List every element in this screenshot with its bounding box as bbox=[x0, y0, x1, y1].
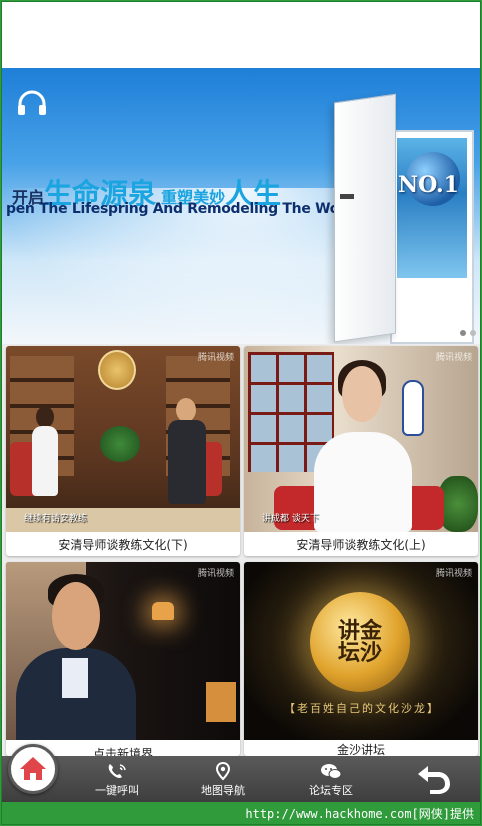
app-window: 开启生命源泉 重塑美妙人生 pen The Lifespring And Rem… bbox=[1, 1, 481, 825]
nav-forum[interactable]: 论坛专区 bbox=[296, 756, 366, 802]
coin-text: 讲金 坛沙 bbox=[337, 618, 382, 666]
light-box bbox=[206, 682, 236, 722]
video-subtitle: 讲成都 谈天下 bbox=[262, 514, 319, 524]
nav-map[interactable]: 地图导航 bbox=[188, 756, 258, 802]
carousel-dot-2[interactable] bbox=[470, 330, 476, 336]
guest-head bbox=[176, 398, 196, 422]
video-caption: 安清导师谈教练文化(下) bbox=[58, 538, 188, 552]
lamp bbox=[152, 602, 174, 620]
video-watermark: 腾讯视频 bbox=[435, 353, 472, 363]
bottom-navigation: 一键呼叫 地图导航 论坛专区 bbox=[2, 756, 480, 802]
headphone-icon bbox=[18, 90, 46, 115]
video-grid: 腾讯视频 继续有请安教练 安清导师谈教练文化(下) 腾讯视频 讲成都 谈天下 安… bbox=[2, 344, 480, 756]
video-caption: 金沙讲坛 bbox=[336, 743, 385, 756]
host-head bbox=[36, 406, 54, 428]
nav-call[interactable]: 一键呼叫 bbox=[82, 756, 152, 802]
location-pin-icon bbox=[215, 762, 231, 781]
host-body bbox=[32, 426, 58, 496]
presenter-head bbox=[342, 366, 382, 422]
guest-body bbox=[168, 420, 206, 504]
slogan-band: 【老百姓自己的文化沙龙】 bbox=[284, 702, 440, 715]
banner-carousel[interactable]: 开启生命源泉 重塑美妙人生 pen The Lifespring And Rem… bbox=[2, 68, 480, 344]
video-caption: 安清导师谈教练文化(上) bbox=[296, 538, 426, 552]
video-watermark: 腾讯视频 bbox=[197, 569, 234, 579]
back-arrow-icon[interactable] bbox=[414, 760, 454, 796]
carousel-dot-1[interactable] bbox=[460, 330, 466, 336]
video-card-2[interactable]: 腾讯视频 讲成都 谈天下 安清导师谈教练文化(上) bbox=[244, 346, 478, 556]
door-handle bbox=[340, 194, 354, 199]
video-thumbnail: 腾讯视频 讲成都 谈天下 bbox=[244, 346, 478, 532]
nav-map-label: 地图导航 bbox=[201, 784, 245, 797]
door-leaf bbox=[334, 93, 396, 343]
plant bbox=[100, 426, 140, 462]
video-card-4[interactable]: 讲金 坛沙 【老百姓自己的文化沙龙】 腾讯视频 金沙讲坛 bbox=[244, 562, 478, 756]
nav-call-label: 一键呼叫 bbox=[95, 784, 139, 797]
top-blank-area bbox=[2, 2, 480, 68]
plant bbox=[438, 476, 478, 532]
video-card-3[interactable]: 腾讯视频 点击新境界 bbox=[6, 562, 240, 756]
nav-forum-label: 论坛专区 bbox=[309, 784, 353, 797]
video-watermark: 腾讯视频 bbox=[435, 569, 472, 579]
video-thumbnail: 讲金 坛沙 【老百姓自己的文化沙龙】 腾讯视频 bbox=[244, 562, 478, 740]
man-shirt bbox=[62, 658, 88, 698]
home-icon bbox=[20, 757, 46, 780]
phone-icon bbox=[108, 764, 126, 778]
chat-bubbles-icon bbox=[321, 764, 342, 779]
no1-label: NO.1 bbox=[398, 172, 459, 198]
forum-emblem bbox=[98, 350, 136, 390]
video-card-1[interactable]: 腾讯视频 继续有请安教练 安清导师谈教练文化(下) bbox=[6, 346, 240, 556]
vase bbox=[402, 380, 424, 436]
footer-credit: http://www.hackhome.com[网侠]提供 bbox=[2, 802, 480, 824]
video-thumbnail: 腾讯视频 bbox=[6, 562, 240, 740]
video-thumbnail: 腾讯视频 继续有请安教练 bbox=[6, 346, 240, 532]
presenter-body bbox=[314, 432, 412, 532]
video-watermark: 腾讯视频 bbox=[197, 353, 234, 363]
video-subtitle: 继续有请安教练 bbox=[24, 514, 88, 524]
home-button[interactable] bbox=[8, 744, 58, 794]
carousel-dots bbox=[460, 330, 476, 336]
man-head bbox=[52, 582, 100, 650]
